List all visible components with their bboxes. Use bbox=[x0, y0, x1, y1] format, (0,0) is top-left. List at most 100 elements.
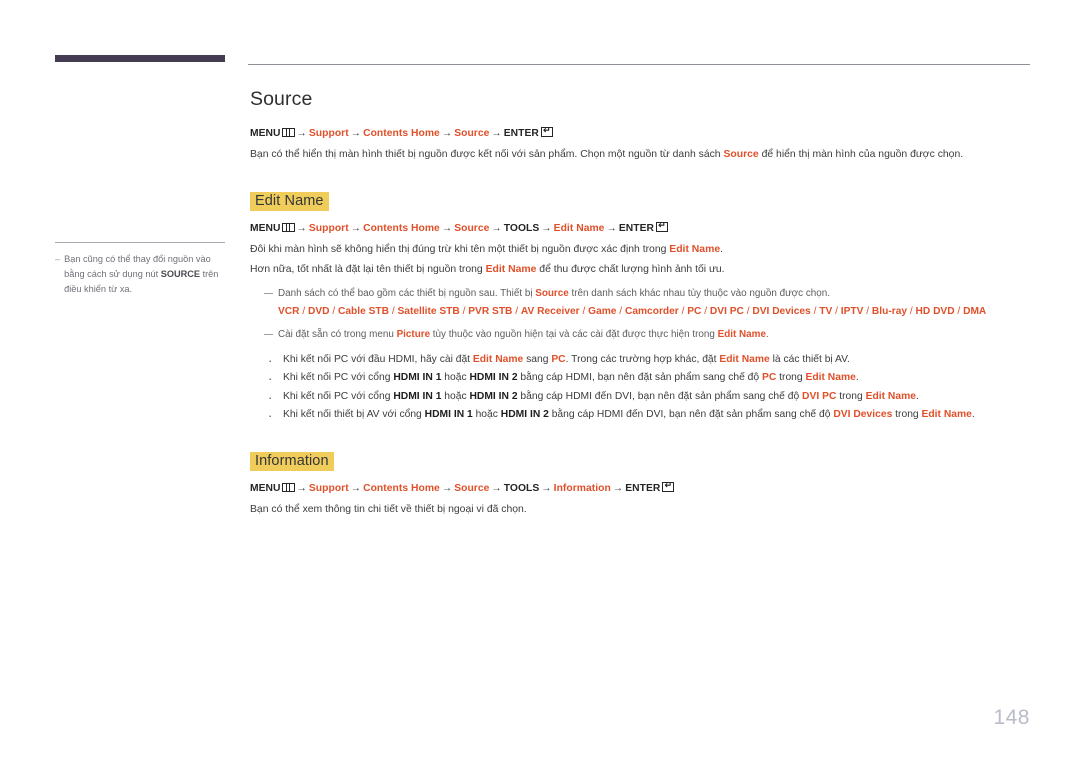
path-arrow-icon: → bbox=[491, 482, 502, 494]
device-separator: / bbox=[863, 305, 872, 317]
bullet-term: Edit Name bbox=[921, 409, 972, 421]
path-item-edit-name[interactable]: Edit Name bbox=[554, 223, 605, 234]
bullet-text: HDMI IN 1 bbox=[393, 390, 442, 402]
main-content: Source MENU → Support → Contents Home → Source… bbox=[248, 64, 1030, 522]
device-name: PC bbox=[687, 305, 702, 317]
note-part: tùy thuộc vào nguồn hiện tại và các cài … bbox=[430, 329, 718, 341]
edit-name-bullet-list: Khi kết nối PC với đầu HDMI, hãy cài đặt… bbox=[266, 350, 1030, 427]
menu-path-edit-name: MENU → Support → Contents Home → Source → TOOLS →… bbox=[250, 221, 1030, 234]
edit-name-term: Edit Name bbox=[485, 264, 537, 276]
path-item-source[interactable]: Source bbox=[454, 128, 489, 139]
path-arrow-icon: → bbox=[296, 128, 307, 139]
path-arrow-icon: → bbox=[296, 222, 307, 234]
bullet-term: Edit Name bbox=[805, 372, 856, 384]
path-item-source[interactable]: Source bbox=[454, 223, 489, 234]
device-separator: / bbox=[329, 305, 339, 317]
source-description: Bạn có thể hiển thị màn hình thiết bị ng… bbox=[250, 147, 1030, 164]
bullet-text: HDMI IN 1 bbox=[424, 409, 473, 421]
device-name: PVR STB bbox=[468, 305, 513, 317]
section-title-edit-name: Edit Name bbox=[250, 191, 329, 211]
source-term: Source bbox=[535, 287, 569, 299]
note-dash-icon bbox=[264, 334, 273, 343]
device-name: Blu-ray bbox=[871, 305, 908, 317]
menu-label: MENU bbox=[250, 482, 281, 494]
bullet-text: . bbox=[855, 372, 859, 384]
bullet-text: . bbox=[971, 409, 975, 421]
edit-name-term: Edit Name bbox=[669, 243, 721, 255]
side-note-dash-icon: – bbox=[55, 254, 61, 264]
path-arrow-icon: → bbox=[350, 482, 362, 494]
bullet-text: bằng cáp HDMI đến DVI, bạn nên đặt sản p… bbox=[548, 409, 834, 421]
bullet-text: . bbox=[915, 390, 919, 402]
edit-name-term: Edit Name bbox=[717, 329, 766, 341]
bullet-text: hoặc bbox=[441, 372, 470, 384]
bullet-text: HDMI IN 2 bbox=[469, 372, 518, 384]
path-item-information[interactable]: Information bbox=[554, 483, 611, 494]
left-rail: – Bạn cũng có thể thay đổi nguồn vào bằn… bbox=[55, 55, 225, 297]
path-item-source[interactable]: Source bbox=[454, 483, 489, 494]
enter-return-icon: ↵ bbox=[655, 221, 668, 232]
chapter-color-bar bbox=[55, 55, 225, 62]
edit-name-paragraph-2: Hơn nữa, tốt nhất là đặt lại tên thiết b… bbox=[250, 262, 1030, 279]
edit-name-paragraph-1: Đôi khi màn hình sẽ không hiển thị đúng … bbox=[250, 242, 1030, 259]
path-item-contents-home[interactable]: Contents Home bbox=[363, 128, 440, 139]
page-number: 148 bbox=[993, 706, 1030, 729]
bullet-term: DVI PC bbox=[802, 390, 837, 402]
side-note-text: Bạn cũng có thể thay đổi nguồn vào bằng … bbox=[64, 252, 225, 297]
path-item-tools[interactable]: TOOLS bbox=[504, 483, 540, 494]
bullet-item: Khi kết nối PC với đầu HDMI, hãy cài đặt… bbox=[266, 350, 1030, 371]
source-description-part2: để hiển thị màn hình của nguồn được chọn… bbox=[758, 149, 964, 160]
path-arrow-icon: → bbox=[350, 222, 362, 234]
device-name: HD DVD bbox=[915, 305, 955, 317]
bullet-text: Khi kết nối PC với cổng bbox=[283, 390, 394, 402]
bullet-item: Khi kết nối PC với cổng HDMI IN 1 hoặc H… bbox=[266, 387, 1030, 408]
device-name: Camcorder bbox=[624, 305, 679, 317]
path-item-support[interactable]: Support bbox=[309, 483, 349, 494]
header-rule bbox=[248, 64, 1030, 65]
device-separator: / bbox=[299, 305, 309, 317]
enter-return-icon: ↵ bbox=[540, 127, 553, 137]
bullet-term: Edit Name bbox=[472, 353, 524, 365]
path-item-contents-home[interactable]: Contents Home bbox=[363, 483, 440, 494]
bullet-term: Edit Name bbox=[719, 353, 770, 365]
note-part: Danh sách có thể bao gồm các thiết bị ng… bbox=[278, 287, 536, 299]
paragraph-part: . bbox=[720, 243, 723, 255]
note-part: Cài đặt sẵn có trong menu bbox=[278, 329, 397, 341]
device-separator: / bbox=[579, 305, 589, 317]
side-note-bold-term: SOURCE bbox=[160, 268, 201, 279]
note-device-list: Danh sách có thể bao gồm các thiết bị ng… bbox=[264, 286, 1030, 321]
paragraph-part: để thu được chất lượng hình ảnh tối ưu. bbox=[536, 264, 725, 276]
menu-label: MENU bbox=[250, 128, 281, 139]
paragraph-part: Đôi khi màn hình sẽ không hiển thị đúng … bbox=[250, 243, 670, 255]
device-name: DVI Devices bbox=[752, 305, 811, 317]
bullet-text: HDMI IN 2 bbox=[469, 390, 518, 402]
device-name: DVD bbox=[308, 305, 330, 317]
device-name: AV Receiver bbox=[520, 305, 580, 317]
path-item-support[interactable]: Support bbox=[309, 128, 349, 139]
bullet-text: sang bbox=[523, 353, 552, 365]
note-text: Cài đặt sẵn có trong menu Picture tùy th… bbox=[278, 327, 1030, 343]
path-item-contents-home[interactable]: Contents Home bbox=[363, 223, 440, 234]
bullet-text: trong bbox=[892, 409, 922, 421]
picture-term: Picture bbox=[396, 329, 431, 341]
bullet-text: HDMI IN 2 bbox=[500, 409, 549, 421]
path-item-tools[interactable]: TOOLS bbox=[504, 223, 540, 234]
note-picture-settings: Cài đặt sẵn có trong menu Picture tùy th… bbox=[264, 327, 1030, 343]
device-separator: / bbox=[678, 305, 688, 317]
device-name: TV bbox=[819, 305, 833, 317]
bullet-item: Khi kết nối thiết bị AV với cổng HDMI IN… bbox=[266, 405, 1030, 426]
path-arrow-icon: → bbox=[612, 482, 624, 494]
enter-label: ENTER bbox=[618, 222, 654, 234]
bullet-term: DVI Devices bbox=[833, 409, 893, 421]
side-note: – Bạn cũng có thể thay đổi nguồn vào bằn… bbox=[55, 242, 225, 297]
menu-path-information: MENU → Support → Contents Home → Source → TOOLS →… bbox=[250, 481, 1030, 494]
menu-path-source: MENU → Support → Contents Home → Source → ENTER ↵ bbox=[250, 127, 1030, 139]
path-item-support[interactable]: Support bbox=[309, 223, 349, 234]
bullet-text: . Trong các trường hợp khác, đặt bbox=[565, 353, 720, 365]
bullet-text: HDMI IN 1 bbox=[393, 372, 442, 384]
device-name: Game bbox=[588, 305, 617, 317]
edit-name-heading-wrap: Edit Name bbox=[250, 191, 1030, 211]
bullet-text: trong bbox=[776, 372, 806, 384]
page-title: Source bbox=[250, 88, 313, 110]
path-arrow-icon: → bbox=[296, 482, 307, 494]
